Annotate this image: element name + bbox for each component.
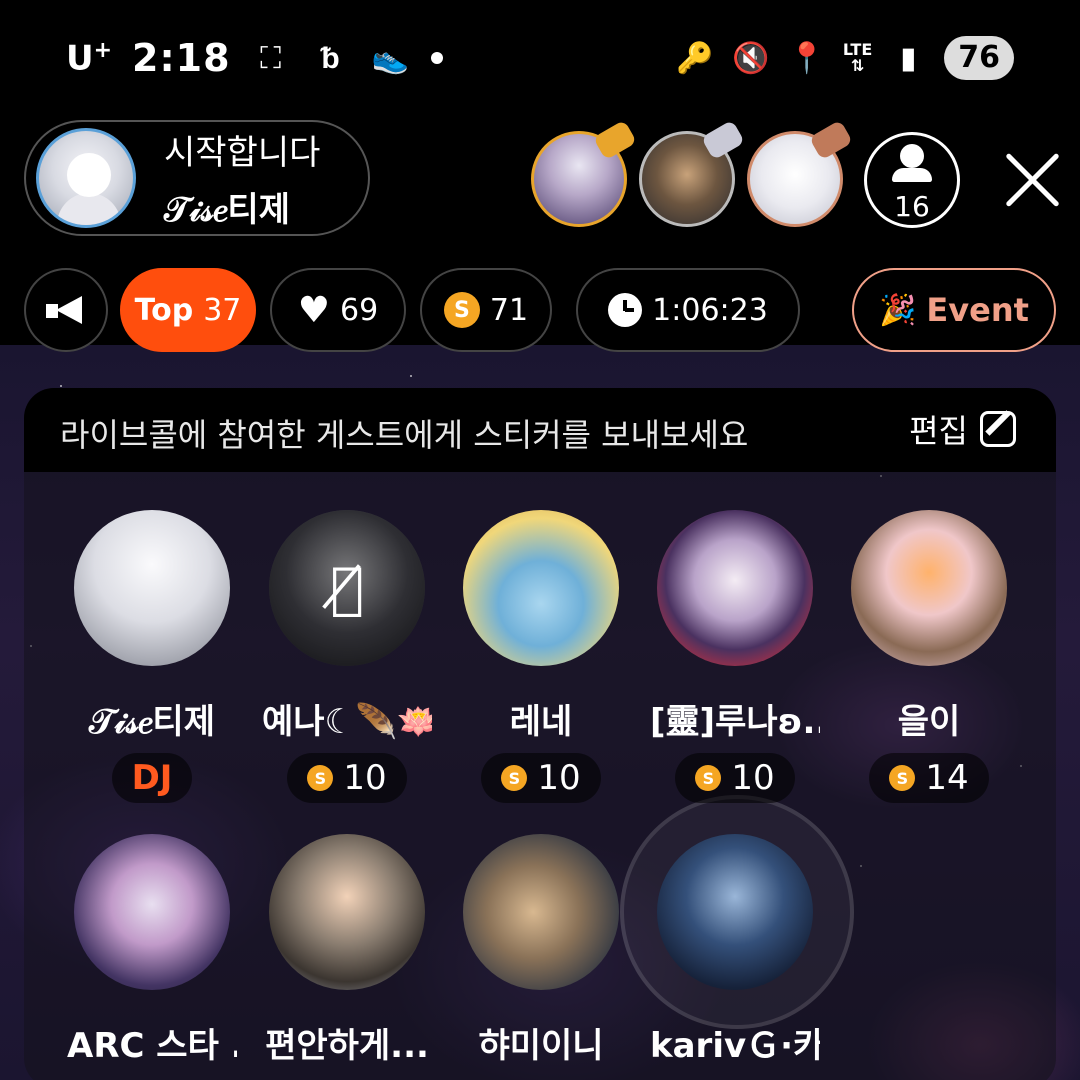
edit-label: 편집 xyxy=(909,412,968,450)
host-profile-pill[interactable]: 시작합니다 𝒯𝒾𝓈𝑒티제 xyxy=(24,120,370,236)
guest-name: 햐미이니 xyxy=(478,1026,604,1066)
top-label: Top xyxy=(134,292,194,328)
coin-icon: S xyxy=(695,765,722,791)
guest-name: 편안하게... xyxy=(265,1026,429,1066)
guest-slot[interactable]: [靈]루나ʚ... S10 xyxy=(650,510,820,803)
likes-chip[interactable]: ♥ 69 xyxy=(270,268,406,352)
screenshot-icon: ⛶ xyxy=(260,40,282,76)
announcement-button[interactable] xyxy=(24,268,108,352)
lte-icon: LTE ⇅ xyxy=(842,40,873,75)
guest-slot[interactable]: ARC 스타 ... xyxy=(67,834,237,1067)
guest-slot[interactable]: 𝒯𝒾𝓈𝑒티제 DJ xyxy=(67,510,237,803)
coin-badge: S 14 xyxy=(869,753,989,803)
guest-slot[interactable]: 🎙̸ 예나☾🪶🪷 S 10 xyxy=(262,510,432,803)
guest-name: 𝒯𝒾𝓈𝑒티제 xyxy=(89,702,215,742)
coin-icon: S xyxy=(501,765,528,791)
guest-slot[interactable]: 레네 S 10 xyxy=(456,510,626,803)
guest-avatar xyxy=(269,834,425,990)
mute-icon: 🔇 xyxy=(732,40,770,76)
heart-icon: ♥ xyxy=(297,289,331,331)
notification-dot-icon xyxy=(430,52,443,64)
key-icon: 🔑 xyxy=(676,40,714,76)
person-icon xyxy=(892,143,932,182)
carrier-label: U+ xyxy=(66,37,113,79)
guest-avatar xyxy=(74,834,230,990)
coins-chip[interactable]: S 71 xyxy=(420,268,552,352)
guest-avatar: 🎙̸ xyxy=(269,510,425,666)
panel-header: 라이브콜에 참여한 게스트에게 스티커를 보내보세요 편집 xyxy=(24,388,1056,472)
coins-count: 71 xyxy=(489,292,529,328)
dj-badge: DJ xyxy=(111,753,193,803)
guest-slot[interactable]: 을이 S 14 xyxy=(844,510,1014,803)
coin-icon: S xyxy=(889,765,916,791)
guest-name: karivＧ·카... xyxy=(650,1026,820,1066)
guest-name: 예나☾🪶🪷 xyxy=(262,702,432,742)
guest-avatar xyxy=(657,510,813,666)
event-button[interactable]: 🎉 Event xyxy=(852,268,1056,352)
guest-slot[interactable]: 햐미이니 xyxy=(456,834,626,1067)
coin-icon: S xyxy=(307,765,334,791)
app-b-icon: ᵬ xyxy=(321,40,340,76)
coin-icon: S xyxy=(443,292,480,328)
viewer-count: 16 xyxy=(894,189,930,223)
guest-name: 레네 xyxy=(509,702,573,742)
signal-icon: ▮ xyxy=(899,40,917,76)
battery-indicator: 76 xyxy=(944,36,1014,80)
guest-avatar xyxy=(463,510,619,666)
guest-avatar xyxy=(463,834,619,990)
sneaker-icon: 👟 xyxy=(371,40,410,76)
guest-slot[interactable]: karivＧ·카... xyxy=(650,834,820,1067)
mic-muted-icon: 🎙̸ xyxy=(269,510,425,666)
coin-badge: S 10 xyxy=(287,753,407,803)
viewer-count-button[interactable]: 16 xyxy=(864,132,960,228)
likes-count: 69 xyxy=(340,292,379,328)
edit-button[interactable]: 편집 xyxy=(909,406,1016,452)
guest-avatar xyxy=(74,510,230,666)
coin-badge: S 10 xyxy=(481,753,601,803)
sticker-hint-text: 라이브콜에 참여한 게스트에게 스티커를 보내보세요 xyxy=(60,416,749,454)
coin-badge: S 10 xyxy=(675,753,795,803)
host-avatar xyxy=(36,128,136,228)
top-supporter-2[interactable] xyxy=(639,119,746,227)
top-rank-number: 37 xyxy=(203,292,242,328)
elapsed-time: 1:06:23 xyxy=(652,292,768,328)
guest-name: ARC 스타 ... xyxy=(67,1026,237,1066)
guest-avatar xyxy=(657,834,813,990)
guest-avatar xyxy=(851,510,1007,666)
guest-name: 을이 xyxy=(897,702,961,742)
clock-icon xyxy=(608,293,643,327)
guest-slot[interactable]: 편안하게... xyxy=(262,834,432,1067)
guest-name: [靈]루나ʚ... xyxy=(650,702,820,742)
top-supporter-3[interactable] xyxy=(747,119,854,227)
timer-chip[interactable]: 1:06:23 xyxy=(576,268,800,352)
host-name: 𝒯𝒾𝓈𝑒티제 xyxy=(164,190,290,230)
location-icon: 📍 xyxy=(788,40,826,76)
status-time: 2:18 xyxy=(132,36,231,80)
edit-icon xyxy=(980,411,1016,447)
room-title: 시작합니다 xyxy=(164,133,321,173)
top-supporter-1[interactable] xyxy=(531,119,638,227)
status-bar: U+ 2:18 ⛶ ᵬ 👟 🔑 🔇 📍 LTE ⇅ ▮ 76 xyxy=(0,0,1080,118)
megaphone-icon xyxy=(46,296,86,324)
top-rank-chip[interactable]: Top 37 xyxy=(120,268,256,352)
event-label: Event xyxy=(926,291,1029,329)
close-button[interactable] xyxy=(1000,148,1064,212)
party-popper-icon: 🎉 xyxy=(879,292,917,328)
